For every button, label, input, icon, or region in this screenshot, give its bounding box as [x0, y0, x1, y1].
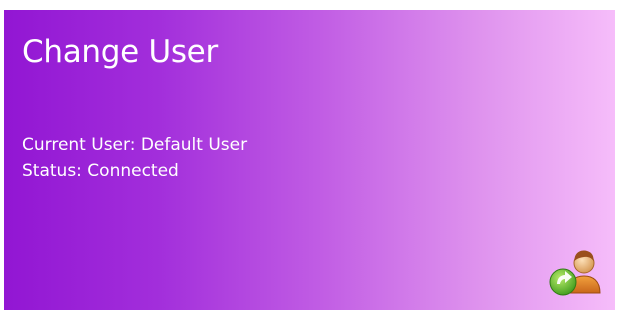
- change-user-icon: [546, 243, 602, 299]
- change-user-tile[interactable]: Change User Current User: Default User S…: [4, 10, 615, 310]
- status-text: Status: Connected: [22, 161, 179, 181]
- current-user-text: Current User: Default User: [22, 135, 248, 155]
- tile-info: Current User: Default User Status: Conne…: [22, 132, 247, 184]
- tile-title: Change User: [22, 34, 218, 70]
